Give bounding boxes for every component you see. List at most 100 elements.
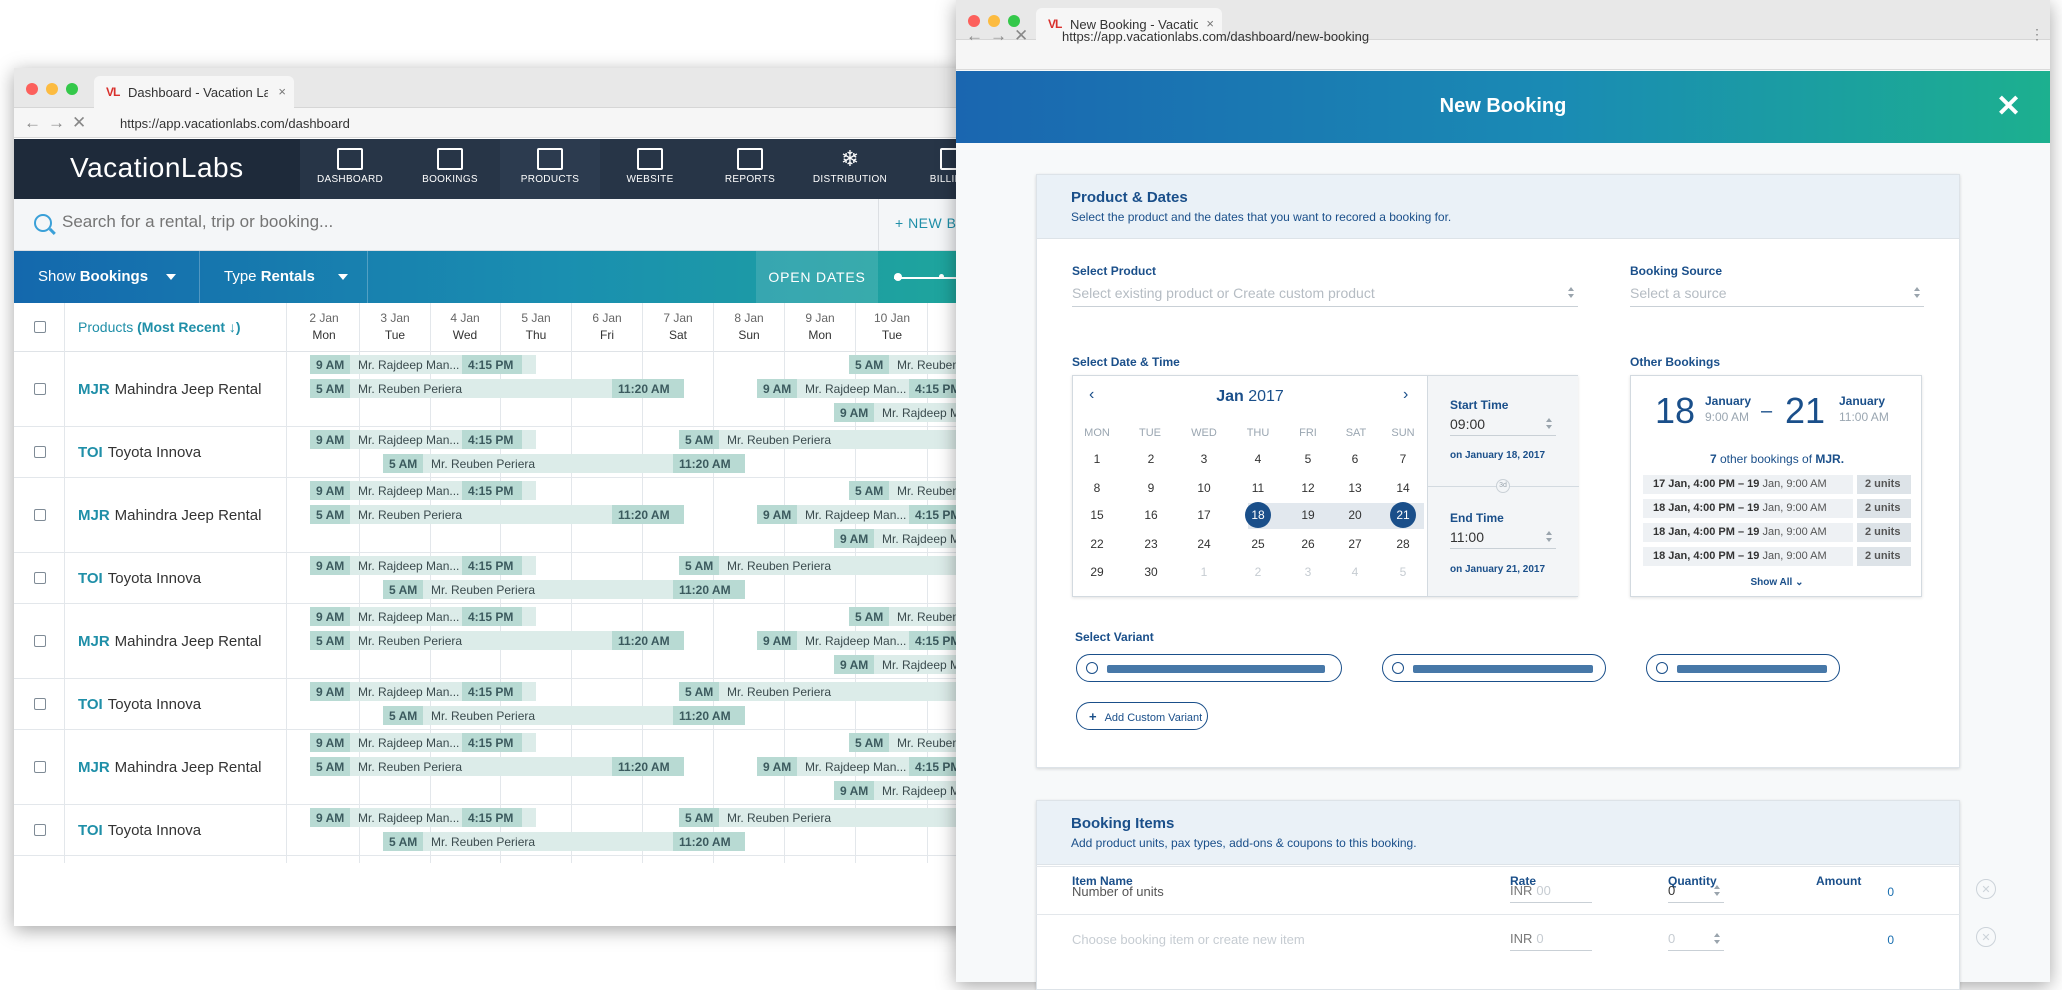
calendar-day[interactable]: 10: [1190, 476, 1218, 500]
calendar-day[interactable]: 1: [1083, 447, 1111, 471]
product-name[interactable]: TOI Toyota Innova: [78, 822, 201, 839]
quantity-stepper[interactable]: 0: [1668, 931, 1724, 951]
calendar-day[interactable]: 13: [1341, 476, 1369, 500]
product-name[interactable]: MJR Mahindra Jeep Rental: [78, 759, 261, 776]
booking-bar[interactable]: 9 AM Mr. Rajdeep Man... 4:15 PM: [310, 808, 536, 827]
select-all-checkbox[interactable]: [34, 321, 46, 333]
search-input[interactable]: [62, 212, 612, 232]
calendar-day[interactable]: 19: [1294, 503, 1322, 527]
booking-bar[interactable]: 9 AM Mr. Rajdeep Man... 4:15 PM: [310, 607, 536, 626]
remove-item-icon[interactable]: ✕: [1976, 927, 1996, 947]
row-checkbox[interactable]: [34, 571, 46, 584]
calendar-day[interactable]: 16: [1137, 503, 1165, 527]
close-window-icon[interactable]: [26, 83, 38, 95]
other-booking-row[interactable]: 18 Jan, 4:00 PM – 19 Jan, 9:00 AM 2 units: [1643, 523, 1911, 542]
calendar-day-selected[interactable]: 21: [1390, 502, 1416, 528]
minimize-window-icon[interactable]: [46, 83, 58, 95]
back-icon[interactable]: ←: [24, 113, 41, 133]
booking-bar[interactable]: 5 AM Mr. Reuben Periera 11:20 AM: [383, 706, 745, 725]
row-checkbox[interactable]: [34, 823, 46, 836]
sort-toggle[interactable]: (Most Recent ↓): [137, 319, 240, 335]
product-name[interactable]: TOI Toyota Innova: [78, 696, 201, 713]
close-icon[interactable]: ✕: [1996, 89, 2021, 124]
calendar-day-next-month[interactable]: 5: [1389, 560, 1417, 584]
calendar-day[interactable]: 15: [1083, 503, 1111, 527]
maximize-window-icon[interactable]: [66, 83, 78, 95]
nav-distribution[interactable]: ❄ DISTRIBUTION: [800, 139, 900, 199]
booking-source-dropdown[interactable]: Select a source: [1630, 285, 1924, 307]
calendar-day[interactable]: 17: [1190, 503, 1218, 527]
row-checkbox[interactable]: [34, 508, 46, 521]
row-checkbox[interactable]: [34, 697, 46, 710]
calendar-day[interactable]: 12: [1294, 476, 1322, 500]
calendar-day[interactable]: 2: [1137, 447, 1165, 471]
row-checkbox[interactable]: [34, 445, 46, 458]
quantity-stepper[interactable]: 0: [1668, 883, 1724, 903]
booking-bar[interactable]: 5 AM Mr. Reuben Periera 11:20 AM: [310, 379, 684, 398]
zoom-slider-handle[interactable]: [894, 273, 902, 281]
booking-bar[interactable]: 9 AM Mr. Rajdeep Man... 4:15 PM: [310, 682, 536, 701]
booking-bar[interactable]: 9 AM Mr. Rajdeep Man... 4:15 PM: [310, 556, 536, 575]
calendar-day[interactable]: 25: [1244, 532, 1272, 556]
calendar-day[interactable]: 24: [1190, 532, 1218, 556]
show-all-link[interactable]: Show All ⌄: [1631, 577, 1923, 588]
close-tab-icon[interactable]: ×: [278, 84, 286, 99]
other-booking-row[interactable]: 18 Jan, 4:00 PM – 19 Jan, 9:00 AM 2 units: [1643, 547, 1911, 566]
rate-input[interactable]: INR 0: [1510, 931, 1592, 951]
calendar-day-next-month[interactable]: 1: [1190, 560, 1218, 584]
variant-option-2[interactable]: [1382, 654, 1606, 682]
type-filter[interactable]: Type Rentals: [200, 251, 368, 303]
row-checkbox[interactable]: [34, 634, 46, 647]
row-checkbox[interactable]: [34, 382, 46, 395]
rate-input[interactable]: INR 00: [1510, 883, 1592, 903]
calendar-day[interactable]: 14: [1389, 476, 1417, 500]
products-column-header[interactable]: Products (Most Recent ↓): [78, 319, 241, 335]
variant-option-1[interactable]: [1076, 654, 1342, 682]
calendar-day[interactable]: 22: [1083, 532, 1111, 556]
booking-bar[interactable]: 5 AM Mr. Reuben Periera 11:20 AM: [310, 757, 684, 776]
stop-icon[interactable]: ✕: [72, 113, 86, 133]
nav-bookings[interactable]: BOOKINGS: [400, 139, 500, 199]
calendar-day[interactable]: 30: [1137, 560, 1165, 584]
nav-website[interactable]: WEBSITE: [600, 139, 700, 199]
calendar-day[interactable]: 28: [1389, 532, 1417, 556]
calendar-day[interactable]: 9: [1137, 476, 1165, 500]
select-product-dropdown[interactable]: Select existing product or Create custom…: [1072, 285, 1578, 307]
booking-bar[interactable]: 9 AM Mr. Rajdeep Man... 4:15 PM: [310, 430, 536, 449]
start-time-input[interactable]: 09:00: [1450, 416, 1556, 436]
calendar-day-selected[interactable]: 18: [1245, 502, 1271, 528]
url-field[interactable]: https://app.vacationlabs.com/dashboard: [120, 116, 350, 131]
open-dates-button[interactable]: OPEN DATES: [756, 251, 878, 303]
next-month-icon[interactable]: ›: [1403, 386, 1408, 404]
vacationlabs-logo[interactable]: VacationLabs: [70, 152, 244, 184]
booking-bar[interactable]: 5 AM Mr. Reuben Periera 11:20 AM: [383, 832, 745, 851]
nav-dashboard[interactable]: DASHBOARD: [300, 139, 400, 199]
product-name[interactable]: MJR Mahindra Jeep Rental: [78, 633, 261, 650]
calendar-day[interactable]: 7: [1389, 447, 1417, 471]
browser-tab-dashboard[interactable]: VL Dashboard - Vacation Labs ×: [94, 76, 294, 108]
nav-reports[interactable]: REPORTS: [700, 139, 800, 199]
calendar-day[interactable]: 27: [1341, 532, 1369, 556]
product-name[interactable]: MJR Mahindra Jeep Rental: [78, 381, 261, 398]
calendar-day[interactable]: 29: [1083, 560, 1111, 584]
remove-item-icon[interactable]: ✕: [1976, 879, 1996, 899]
calendar-day-next-month[interactable]: 2: [1244, 560, 1272, 584]
calendar-day[interactable]: 6: [1341, 447, 1369, 471]
calendar-day[interactable]: 11: [1244, 476, 1272, 500]
calendar-day[interactable]: 8: [1083, 476, 1111, 500]
booking-bar[interactable]: 5 AM Mr. Reuben Periera 11:20 AM: [383, 580, 745, 599]
calendar-day[interactable]: 4: [1244, 447, 1272, 471]
booking-bar[interactable]: 9 AM Mr. Rajdeep Man... 4:15 PM: [310, 481, 536, 500]
add-custom-variant-button[interactable]: + Add Custom Variant: [1076, 702, 1208, 730]
calendar-day-next-month[interactable]: 4: [1341, 560, 1369, 584]
show-filter[interactable]: Show Bookings: [14, 251, 200, 303]
other-booking-row[interactable]: 18 Jan, 4:00 PM – 19 Jan, 9:00 AM 2 units: [1643, 499, 1911, 518]
booking-bar[interactable]: 5 AM Mr. Reuben Periera 11:20 AM: [310, 505, 684, 524]
forward-icon[interactable]: →: [48, 113, 65, 133]
end-time-input[interactable]: 11:00: [1450, 529, 1556, 549]
product-name[interactable]: TOI Toyota Innova: [78, 444, 201, 461]
product-name[interactable]: TOI Toyota Innova: [78, 570, 201, 587]
nav-products[interactable]: PRODUCTS: [500, 139, 600, 199]
product-name[interactable]: MJR Mahindra Jeep Rental: [78, 507, 261, 524]
variant-option-3[interactable]: [1646, 654, 1840, 682]
